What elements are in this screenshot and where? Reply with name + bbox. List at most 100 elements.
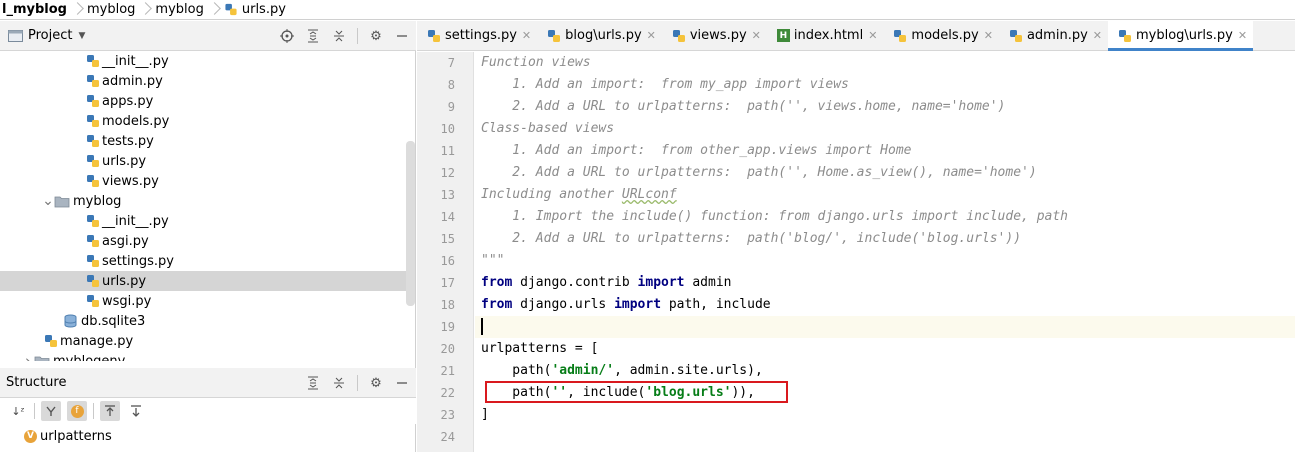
code-line-12: 2. Add a URL to urlpatterns: path('', Ho… [481,165,1037,180]
expand-all-icon[interactable] [305,375,321,391]
tree-item[interactable]: asgi.py [0,231,408,251]
tree-item[interactable]: urls.py [0,151,408,171]
line-number: 13 [440,188,455,202]
code-line-9: 2. Add a URL to urlpatterns: path('', vi… [481,99,1006,114]
python-file-icon [548,29,561,42]
collapse-all-icon[interactable] [331,28,347,44]
keyword: from [481,275,513,290]
tree-item-label: urls.py [102,153,147,169]
close-icon[interactable]: ✕ [1093,29,1102,42]
breadcrumb-project[interactable]: l_myblog [0,0,69,19]
project-tool-window: Project ▼ ⚙ __init__.py admin.py apps.py mo… [0,21,416,452]
close-icon[interactable]: ✕ [752,29,761,42]
code-line-14: 1. Import the include() function: from d… [481,209,1068,224]
show-fields-icon[interactable] [41,401,61,421]
close-icon[interactable]: ✕ [522,29,531,42]
expand-all-icon[interactable] [305,28,321,44]
line-number: 20 [440,342,455,356]
tree-item[interactable]: ⌄ myblog [0,191,408,211]
editor-tab[interactable]: Hindex.html ✕ [767,21,884,50]
tree-item-label: settings.py [102,253,174,269]
html-file-icon: H [776,29,790,42]
locate-file-icon[interactable] [279,28,295,44]
autoscroll-to-source-icon[interactable] [126,401,146,421]
python-file-icon [87,75,99,87]
line-number: 14 [440,210,455,224]
structure-item-label: urlpatterns [40,428,112,444]
structure-panel-header: Structure ⚙ [0,368,416,398]
editor-tab-label: views.py [689,28,747,43]
minimize-icon[interactable] [394,28,410,44]
editor-tab[interactable]: models.py ✕ [883,21,999,50]
editor-tab[interactable]: settings.py ✕ [417,21,537,50]
tree-item-label: asgi.py [102,233,149,249]
project-panel-header: Project ▼ ⚙ [0,21,416,51]
close-icon[interactable]: ✕ [1238,29,1247,42]
project-panel-title: Project [28,28,73,43]
breadcrumb-file[interactable]: urls.py [222,0,288,19]
editor-tab[interactable]: views.py ✕ [662,21,767,50]
tree-item[interactable]: views.py [0,171,408,191]
tree-item[interactable]: models.py [0,111,408,131]
gear-icon[interactable]: ⚙ [368,28,384,44]
keyword: from [481,297,513,312]
code-line-11: 1. Add an import: from other_app.views i… [481,143,912,158]
tree-item[interactable]: manage.py [0,331,408,351]
chevron-down-icon[interactable]: ⌄ [42,191,54,211]
breadcrumb-separator-icon [209,0,219,19]
tree-item[interactable]: __init__.py [0,51,408,71]
chevron-right-icon[interactable]: › [22,351,34,361]
tree-item-label: myblog [73,193,122,209]
close-icon[interactable]: ✕ [647,29,656,42]
tree-item[interactable]: admin.py [0,71,408,91]
python-file-icon [87,155,99,167]
collapse-all-icon[interactable] [331,375,347,391]
line-number: 24 [440,430,455,444]
breadcrumb-folder-2[interactable]: myblog [153,0,205,19]
breadcrumb: l_myblog myblog myblog urls.py [0,0,1295,20]
tree-item[interactable]: __init__.py [0,211,408,231]
line-number: 23 [440,408,455,422]
close-icon[interactable]: ✕ [984,29,993,42]
tree-item[interactable]: apps.py [0,91,408,111]
folder-icon [54,196,70,207]
close-icon[interactable]: ✕ [868,29,877,42]
tree-item[interactable]: tests.py [0,131,408,151]
python-file-icon [87,255,99,267]
tree-item-label: urls.py [102,273,147,289]
structure-item-urlpatterns[interactable]: V urlpatterns [24,427,112,445]
minimize-icon[interactable] [394,375,410,391]
breadcrumb-folder-1[interactable]: myblog [85,0,137,19]
project-view-selector[interactable]: Project ▼ [0,28,85,43]
code-text: django.contrib [512,275,638,290]
python-file-icon [87,135,99,147]
autoscroll-from-source-icon[interactable] [100,401,120,421]
highlight-annotation-box [485,381,788,403]
tree-item[interactable]: wsgi.py [0,291,408,311]
python-file-icon [87,115,99,127]
show-functions-icon[interactable]: f [67,401,87,421]
line-number: 12 [440,166,455,180]
folder-icon [34,356,50,361]
editor-tab[interactable]: blog\urls.py ✕ [537,21,662,50]
tree-item-label: models.py [102,113,170,129]
python-file-icon [45,335,57,347]
toolbar-divider [357,28,358,44]
code-line-10: Class-based views [481,121,615,136]
gear-icon[interactable]: ⚙ [368,375,384,391]
editor-tab[interactable]: myblog\urls.py ✕ [1108,21,1254,51]
project-tree: __init__.py admin.py apps.py models.py tests… [0,51,416,361]
project-folder-icon [8,30,23,42]
code-line-15: 2. Add a URL to urlpatterns: path('blog/… [481,231,1022,246]
tree-item[interactable]: urls.py [0,271,408,291]
tree-item[interactable]: › myblogenv [0,351,408,361]
tree-item[interactable]: settings.py [0,251,408,271]
editor-tab[interactable]: admin.py ✕ [999,21,1108,50]
project-tree-scrollbar[interactable] [406,141,415,306]
tree-item-label: wsgi.py [102,293,152,309]
sort-alphabetically-icon[interactable]: ↓ᶻ [8,401,28,421]
python-file-icon [87,235,99,247]
python-file-icon [87,175,99,187]
tree-item[interactable]: db.sqlite3 [0,311,408,331]
